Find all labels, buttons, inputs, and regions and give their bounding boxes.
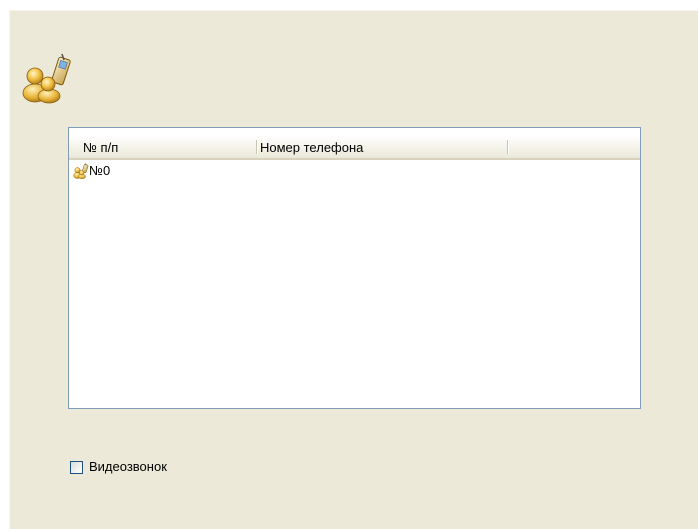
list-item[interactable]: №0 — [72, 162, 638, 180]
video-call-checkbox[interactable] — [70, 460, 83, 474]
column-header-phone-label: Номер телефона — [260, 140, 364, 155]
list-header: № п/п Номер телефона — [69, 128, 640, 161]
contacts-phone-icon — [73, 163, 89, 179]
column-header-empty[interactable] — [509, 136, 640, 160]
phone-list[interactable]: № п/п Номер телефона №0 — [68, 127, 641, 409]
list-rows: №0 — [69, 161, 640, 408]
contacts-phone-icon — [22, 53, 71, 104]
column-header-index-label: № п/п — [83, 140, 119, 155]
page: № п/п Номер телефона №0 Видеозвонок — [0, 0, 698, 529]
video-call-option[interactable]: Видеозвонок — [70, 458, 167, 476]
column-header-phone[interactable]: Номер телефона — [258, 136, 509, 160]
column-header-index[interactable]: № п/п — [69, 136, 258, 160]
row-number: №0 — [89, 163, 111, 178]
video-call-label[interactable]: Видеозвонок — [89, 458, 167, 476]
